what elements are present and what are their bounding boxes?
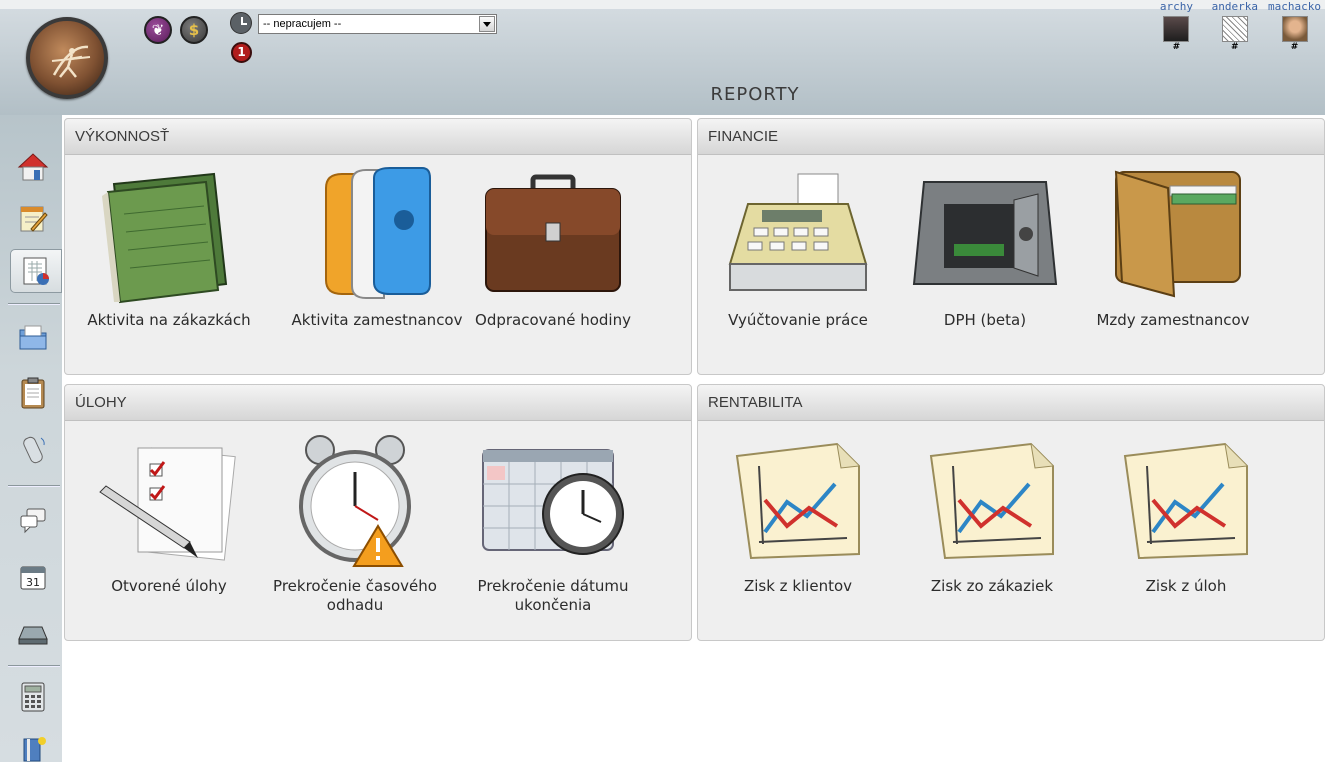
panel-title: FINANCIE: [698, 119, 1324, 155]
tile-label: Odpracované hodiny: [475, 311, 631, 329]
user-machacko[interactable]: machacko #: [1268, 0, 1321, 52]
people-icon: [325, 167, 431, 299]
briefcase-icon: [485, 174, 621, 292]
panel-title: ÚLOHY: [65, 385, 691, 421]
avatar: [1221, 16, 1248, 42]
panel-vykonnost: VÝKONNOSŤ Aktivita na zákazkách Aktivita…: [64, 118, 692, 375]
phone-icon: [23, 436, 45, 464]
sidebar-separator: [8, 303, 60, 305]
user-hash: #: [1290, 42, 1299, 52]
activity-select[interactable]: -- nepracujem --: [258, 14, 497, 34]
cash-register-icon: [728, 173, 868, 291]
chart-icon: [735, 442, 860, 560]
sidebar-item-folder[interactable]: [10, 315, 56, 359]
book-icon: [23, 737, 46, 762]
dollar-icon: $: [188, 21, 200, 39]
tile-label: Aktivita zamestnancov: [291, 311, 463, 329]
chart-icon: [1123, 442, 1248, 560]
lotus-icon: ❦: [151, 21, 165, 39]
sidebar-item-calendar[interactable]: 31: [10, 555, 56, 599]
wallet-icon: [1114, 170, 1241, 298]
calculator-icon: [21, 682, 45, 712]
report-zisk-z-uloh[interactable]: Zisk z úloh: [1096, 425, 1276, 596]
calendar-clock-icon: [482, 449, 624, 555]
alarm-clock-warning-icon: [299, 435, 411, 567]
tile-label: Vyúčtovanie práce: [728, 311, 868, 329]
tile-label: Zisk zo zákaziek: [930, 577, 1054, 595]
archer-icon: [51, 45, 91, 78]
panel-financie: FINANCIE Vyúčtovanie práce DPH (beta) Mz…: [697, 118, 1325, 375]
tray-icon: [18, 626, 48, 645]
sidebar-separator: [8, 485, 60, 487]
tile-label: Mzdy zamestnancov: [1096, 311, 1250, 329]
user-hash: #: [1172, 42, 1181, 52]
report-prekrocenie-casoveho-odhadu[interactable]: Prekročenie časového odhadu: [265, 425, 445, 615]
sidebar-item-home[interactable]: [10, 145, 56, 189]
avatar: [1281, 16, 1308, 42]
sidebar-item-reports[interactable]: [10, 249, 62, 293]
user-name: anderka: [1211, 0, 1258, 13]
clipboard-icon: [21, 377, 45, 409]
report-otvorene-ulohy[interactable]: Otvorené úlohy: [79, 425, 259, 596]
chevron-down-icon[interactable]: [479, 16, 495, 32]
panel-title: VÝKONNOSŤ: [65, 119, 691, 155]
panel-ulohy: ÚLOHY Otvorené úlohy Prekročenie časovéh…: [64, 384, 692, 641]
user-hash: #: [1231, 42, 1239, 52]
user-anderka[interactable]: anderka #: [1212, 0, 1258, 52]
folder-icon: [19, 325, 47, 350]
sidebar-item-clipboard[interactable]: [10, 371, 56, 415]
calendar-icon: 31: [20, 566, 46, 590]
tile-label: Prekročenie dátumu ukončenia: [477, 577, 629, 614]
reports-icon: [23, 257, 49, 285]
panel-rentabilita: RENTABILITA Zisk z klientov Zisk zo záka…: [697, 384, 1325, 641]
sidebar-item-book[interactable]: [10, 727, 56, 771]
report-odpracovane-hodiny[interactable]: Odpracované hodiny: [463, 159, 643, 330]
sidebar-item-phone[interactable]: [10, 427, 56, 471]
top-strip: [0, 0, 1325, 9]
lotus-button[interactable]: ❦: [144, 16, 172, 44]
report-zisk-zo-zakaziek[interactable]: Zisk zo zákaziek: [902, 425, 1082, 596]
sidebar-item-notes[interactable]: [10, 197, 56, 241]
tile-label: DPH (beta): [943, 311, 1027, 329]
chat-icon: [20, 508, 46, 534]
tile-label: Aktivita na zákazkách: [87, 311, 251, 329]
notification-badge[interactable]: 1: [231, 42, 252, 63]
activity-select-value: -- nepracujem --: [263, 18, 342, 30]
clock-icon[interactable]: [230, 12, 252, 34]
user-archy[interactable]: archy #: [1160, 0, 1193, 52]
tile-label: Prekročenie časového odhadu: [273, 577, 437, 614]
report-aktivita-zamestnancov[interactable]: Aktivita zamestnancov: [287, 159, 467, 330]
sidebar-item-tray[interactable]: [10, 611, 56, 655]
notepad-icon: [20, 206, 48, 232]
page-title: REPORTY: [710, 84, 800, 105]
sidebar-item-calculator[interactable]: [10, 675, 56, 719]
avatar: [1163, 16, 1190, 42]
folder-icon: [102, 172, 228, 304]
report-dph-beta[interactable]: DPH (beta): [895, 159, 1075, 330]
home-icon: [17, 153, 49, 181]
report-prekrocenie-datumu-ukoncenia[interactable]: Prekročenie dátumu ukončenia: [463, 425, 643, 615]
safe-icon: [912, 181, 1058, 285]
sidebar-separator: [8, 665, 60, 667]
chart-icon: [929, 442, 1054, 560]
report-aktivita-na-zakazkach[interactable]: Aktivita na zákazkách: [79, 159, 259, 330]
tile-label: Zisk z úloh: [1145, 577, 1227, 595]
report-vyuctovanie-prace[interactable]: Vyúčtovanie práce: [708, 159, 888, 330]
tile-label: Zisk z klientov: [743, 577, 853, 595]
tile-label: Otvorené úlohy: [111, 577, 227, 595]
sidebar: 31: [0, 115, 62, 762]
report-mzdy-zamestnancov[interactable]: Mzdy zamestnancov: [1083, 159, 1263, 330]
user-name: machacko: [1268, 0, 1321, 13]
calendar-day: 31: [26, 576, 40, 589]
dollar-button[interactable]: $: [180, 16, 208, 44]
top-bar: ❦ $ 1 -- nepracujem -- archy # anderka #…: [0, 0, 1325, 115]
checklist-icon: [99, 447, 236, 561]
user-name: archy: [1159, 0, 1193, 13]
report-zisk-z-klientov[interactable]: Zisk z klientov: [708, 425, 888, 596]
panel-title: RENTABILITA: [698, 385, 1324, 421]
sidebar-item-chat[interactable]: [10, 497, 56, 541]
